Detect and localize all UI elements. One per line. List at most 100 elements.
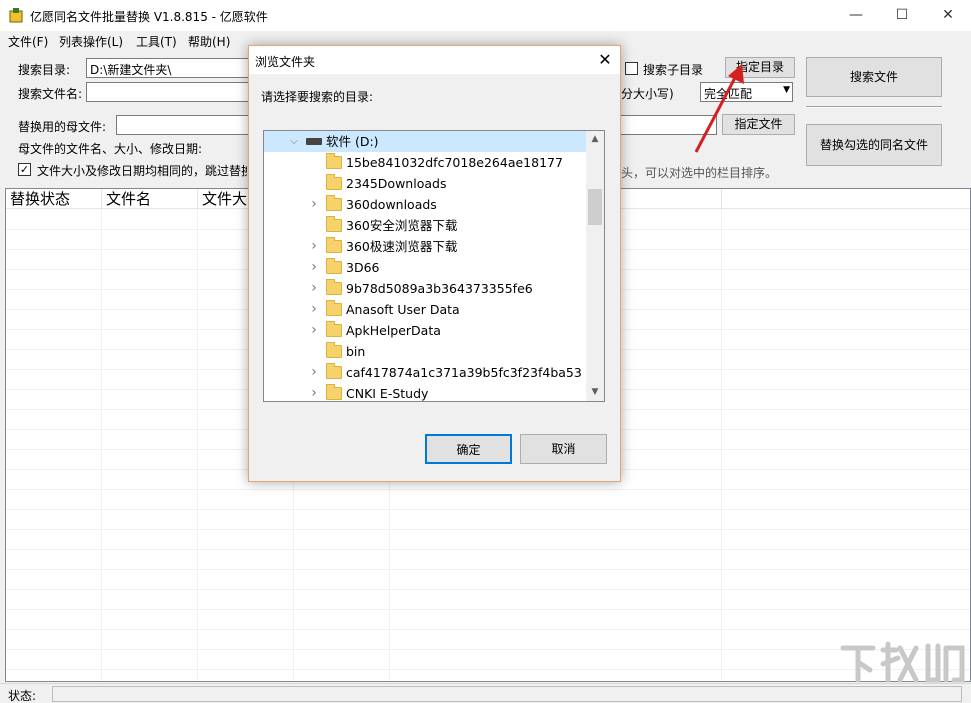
tree-folder-label: 9b78d5089a3b364373355fe6 (346, 281, 533, 296)
chevron-right-icon[interactable]: › (308, 194, 320, 215)
col-header-status[interactable]: 替换状态 (6, 189, 102, 209)
grid-line (6, 509, 970, 510)
tree-folder-item[interactable]: bin (264, 341, 586, 362)
grid-line (197, 209, 198, 681)
tree-folder-label: caf417874a1c371a39b5fc3f23f4ba53 (346, 365, 582, 380)
tree-folder-item[interactable]: › 3D66 (264, 257, 586, 278)
maximize-button[interactable]: ☐ (879, 0, 925, 31)
search-files-button[interactable]: 搜索文件 (806, 57, 942, 97)
tree-folder-label: CNKI E-Study (346, 386, 429, 401)
tree-folder-label: 3D66 (346, 260, 380, 275)
app-icon (9, 8, 23, 23)
scroll-down-icon[interactable]: ▼ (586, 384, 604, 401)
watermark-logo-icon (840, 641, 965, 683)
cancel-button[interactable]: 取消 (520, 434, 607, 464)
col-header-extra[interactable] (622, 189, 722, 209)
search-name-label: 搜索文件名: (18, 87, 83, 101)
folder-icon (326, 300, 342, 316)
tree-folder-item[interactable]: 360安全浏览器下载 (264, 215, 586, 236)
tree-root-label: 软件 (D:) (326, 134, 379, 149)
chevron-right-icon[interactable]: › (308, 320, 320, 341)
scroll-thumb[interactable] (588, 189, 602, 225)
grid-line (6, 529, 970, 530)
menu-help[interactable]: 帮助(H) (188, 33, 230, 50)
status-field (52, 686, 962, 702)
skip-same-label: 文件大小及修改日期均相同的，跳过替换 (37, 164, 247, 178)
search-name-input[interactable] (86, 82, 256, 102)
tree-folder-item[interactable]: 15be841032dfc7018e264ae18177 (264, 152, 586, 173)
dialog-title-bar: 浏览文件夹 ✕ (249, 46, 620, 74)
mother-file-input[interactable] (116, 115, 256, 135)
divider (806, 106, 942, 108)
grid-line (6, 569, 970, 570)
tree-folder-item[interactable]: 2345Downloads (264, 173, 586, 194)
menu-file[interactable]: 文件(F) (8, 33, 48, 50)
grid-line (101, 209, 102, 681)
grid-line (6, 549, 970, 550)
tree-folder-label: ApkHelperData (346, 323, 441, 338)
search-dir-label: 搜索目录: (18, 63, 71, 77)
folder-icon (326, 195, 342, 211)
status-label: 状态: (8, 689, 37, 703)
tree-folder-item[interactable]: › CNKI E-Study (264, 383, 586, 401)
menu-tools[interactable]: 工具(T) (136, 33, 177, 50)
folder-icon (326, 342, 342, 358)
scroll-up-icon[interactable]: ▲ (586, 131, 604, 148)
chevron-right-icon[interactable]: › (308, 362, 320, 383)
mother-file-label: 替换用的母文件: (18, 120, 107, 134)
tree-folder-label: bin (346, 344, 366, 359)
chevron-right-icon[interactable]: › (308, 257, 320, 278)
case-hint: 分大小写) (621, 87, 674, 101)
minimize-button[interactable]: — (833, 0, 879, 31)
col-header-filename[interactable]: 文件名 (102, 189, 198, 209)
chevron-down-icon: ▼ (783, 85, 790, 95)
tree-root-drive[interactable]: ⌵ 软件 (D:) (264, 131, 586, 152)
arrow-annotation-icon (694, 64, 744, 153)
folder-tree[interactable]: ⌵ 软件 (D:) 15be841032dfc7018e264ae18177 23… (263, 130, 605, 402)
dialog-title: 浏览文件夹 (255, 55, 316, 69)
chevron-right-icon[interactable]: › (308, 299, 320, 320)
tree-folder-item[interactable]: › ApkHelperData (264, 320, 586, 341)
status-bar: 状态: (0, 683, 971, 703)
menu-list-ops[interactable]: 列表操作(L) (59, 33, 123, 50)
tree-folder-item[interactable]: › caf417874a1c371a39b5fc3f23f4ba53 (264, 362, 586, 383)
title-bar: 亿愿同名文件批量替换 V1.8.815 - 亿愿软件 — ☐ ✕ (0, 0, 971, 31)
search-subdir-checkbox[interactable] (625, 62, 638, 75)
folder-icon (326, 174, 342, 190)
folder-icon (326, 153, 342, 169)
folder-icon (326, 384, 342, 400)
replace-checked-button[interactable]: 替换勾选的同名文件 (806, 124, 942, 166)
tree-folder-label: 360downloads (346, 197, 437, 212)
folder-icon (326, 279, 342, 295)
tree-folder-item[interactable]: › Anasoft User Data (264, 299, 586, 320)
chevron-right-icon[interactable]: › (308, 278, 320, 299)
folder-icon (326, 237, 342, 253)
tree-folder-label: 15be841032dfc7018e264ae18177 (346, 155, 563, 170)
grid-line (721, 209, 722, 681)
chevron-right-icon[interactable]: › (308, 383, 320, 401)
tree-folder-item[interactable]: › 360极速浏览器下载 (264, 236, 586, 257)
ok-button[interactable]: 确定 (425, 434, 512, 464)
window-title: 亿愿同名文件批量替换 V1.8.815 - 亿愿软件 (30, 10, 268, 24)
dialog-close-button[interactable]: ✕ (592, 48, 618, 72)
grid-line (6, 609, 970, 610)
grid-line (6, 489, 970, 490)
dialog-prompt: 请选择要搜索的目录: (261, 90, 374, 104)
close-button[interactable]: ✕ (925, 0, 971, 31)
chevron-expanded-icon[interactable]: ⌵ (288, 131, 300, 152)
grid-line (6, 589, 970, 590)
chevron-right-icon[interactable]: › (308, 236, 320, 257)
browse-folder-dialog: 浏览文件夹 ✕ 请选择要搜索的目录: ⌵ 软件 (D:) 15be841032d… (248, 45, 621, 482)
tree-folder-item[interactable]: › 360downloads (264, 194, 586, 215)
folder-icon (326, 321, 342, 337)
search-dir-input[interactable]: D:\新建文件夹\ (86, 58, 256, 78)
grid-line (6, 629, 970, 630)
grid-line (6, 669, 970, 670)
mother-info-label: 母文件的文件名、大小、修改日期: (18, 142, 203, 156)
tree-folder-label: 360安全浏览器下载 (346, 218, 458, 233)
tree-folder-label: 360极速浏览器下载 (346, 239, 458, 254)
skip-same-checkbox[interactable]: ✓ (18, 163, 31, 176)
folder-icon (326, 216, 342, 232)
tree-folder-item[interactable]: › 9b78d5089a3b364373355fe6 (264, 278, 586, 299)
tree-scrollbar[interactable]: ▲ ▼ (586, 131, 604, 401)
